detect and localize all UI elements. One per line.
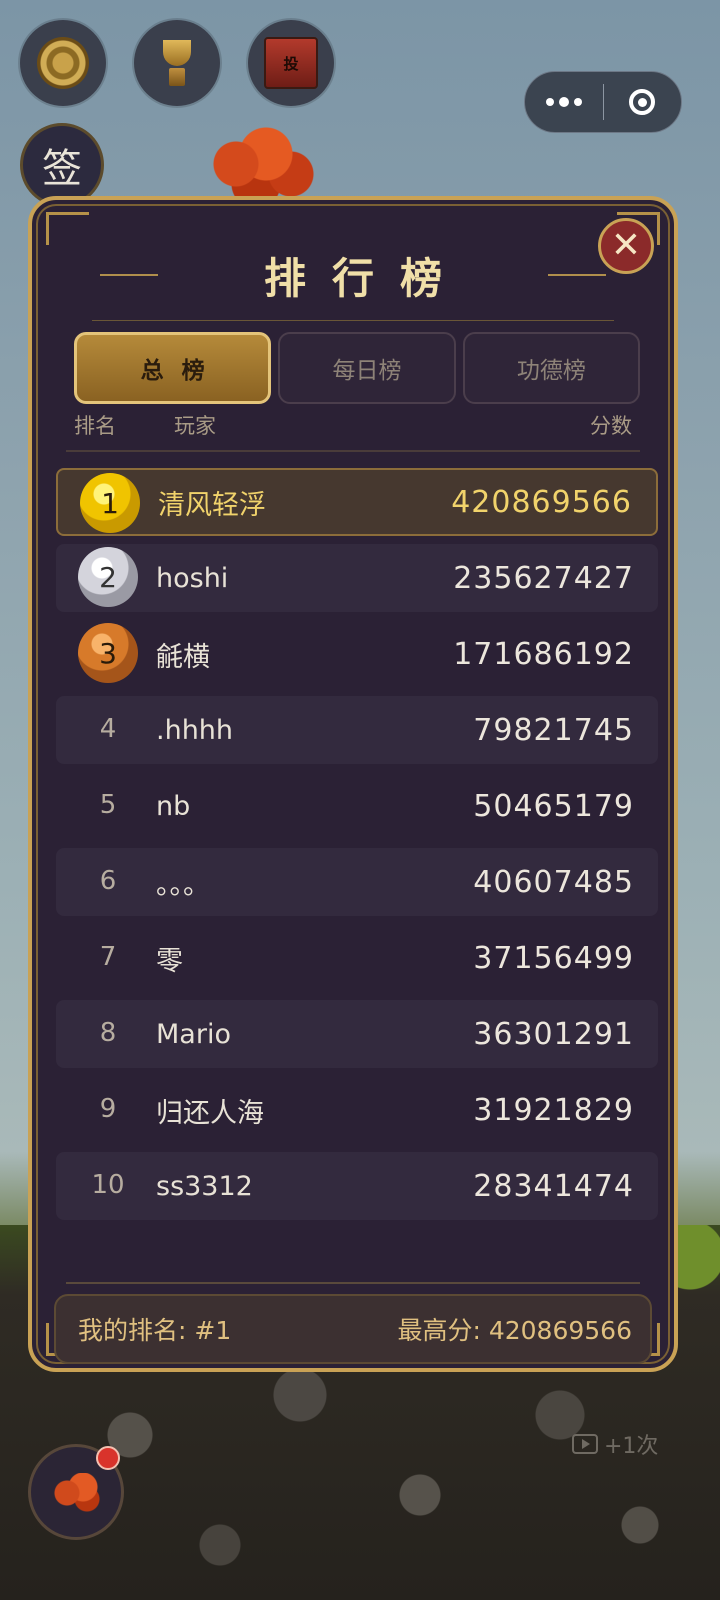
list-item[interactable]: 6 。。。 40607485 [56, 848, 658, 916]
column-rank: 排名 [74, 414, 116, 438]
rank-number: 6 [99, 866, 117, 896]
player-score: 50465179 [473, 788, 634, 824]
list-item[interactable]: 7 零 37156499 [56, 924, 658, 992]
tab-total[interactable]: 总榜 [74, 332, 272, 404]
my-rank: 我的排名: #1 [78, 1316, 232, 1345]
list-item[interactable]: 5 nb 50465179 [56, 772, 658, 840]
leaderboard-list: 1 清风轻浮 420869566 2 hoshi 235627427 3 毹横 … [56, 468, 658, 1228]
tab-bar: 总榜 每日榜 功德榜 [74, 332, 640, 404]
leaderboard-panel: 排行榜 ✕ 总榜 每日榜 功德榜 排名 玩家 分数 1 清风轻浮 4208695… [28, 196, 678, 1372]
list-item[interactable]: 9 归还人海 31921829 [56, 1076, 658, 1144]
rank-number: 7 [99, 942, 117, 972]
player-name: 毹横 [156, 641, 210, 673]
donation-box-button[interactable]: 投 [248, 20, 334, 106]
my-rank-bar: 我的排名: #1 最高分: 420869566 [54, 1294, 652, 1364]
more-dots-icon[interactable] [525, 96, 603, 107]
close-icon: ✕ [610, 225, 642, 266]
trophy-button[interactable] [134, 20, 220, 106]
player-name: 归还人海 [156, 1097, 264, 1129]
title-divider [548, 274, 606, 276]
best-score: 最高分: 420869566 [397, 1316, 632, 1345]
tab-merit[interactable]: 功德榜 [462, 332, 640, 404]
close-button[interactable]: ✕ [598, 218, 654, 274]
watch-ad-button[interactable]: +1次 [572, 1426, 658, 1462]
target-icon[interactable] [604, 89, 682, 115]
list-item[interactable]: 1 清风轻浮 420869566 [56, 468, 658, 536]
list-item[interactable]: 4 .hhhh 79821745 [56, 696, 658, 764]
ad-reward-label: +1次 [604, 1434, 659, 1459]
page-title: 排行榜 [263, 253, 468, 303]
silver-medal-icon: 2 [78, 547, 138, 607]
player-score: 40607485 [473, 864, 634, 900]
medal-icon [37, 37, 89, 89]
sign-in-button[interactable]: 签 [20, 123, 104, 207]
donation-box-icon: 投 [264, 37, 318, 89]
player-score: 79821745 [473, 712, 634, 748]
column-score: 分数 [590, 414, 632, 438]
player-name: nb [156, 790, 191, 822]
divider [66, 1282, 640, 1284]
column-header: 排名 玩家 分数 [74, 410, 632, 444]
mini-program-capsule [524, 71, 682, 133]
player-name: 清风轻浮 [158, 489, 266, 521]
trophy-icon [160, 38, 194, 88]
list-item[interactable]: 10 ss3312 28341474 [56, 1152, 658, 1220]
player-name: ss3312 [156, 1170, 253, 1202]
list-item[interactable]: 3 毹横 171686192 [56, 620, 658, 688]
list-item[interactable]: 2 hoshi 235627427 [56, 544, 658, 612]
cloud-flower-icon [53, 1473, 101, 1513]
player-score: 171686192 [453, 636, 634, 672]
tab-daily[interactable]: 每日榜 [278, 332, 456, 404]
video-play-icon [572, 1434, 598, 1454]
divider [92, 320, 614, 321]
rank-number: 5 [99, 790, 117, 820]
title-bar: 排行榜 [32, 240, 674, 310]
player-score: 31921829 [473, 1092, 634, 1128]
player-score: 36301291 [473, 1016, 634, 1052]
player-score: 28341474 [473, 1168, 634, 1204]
player-score: 37156499 [473, 940, 634, 976]
gold-medal-icon: 1 [80, 473, 140, 533]
column-player: 玩家 [174, 414, 216, 438]
rank-number: 10 [91, 1170, 125, 1200]
auspicious-cloud-decoration [196, 124, 322, 206]
player-name: Mario [156, 1018, 231, 1050]
player-name: hoshi [156, 562, 229, 594]
bronze-medal-icon: 3 [78, 623, 138, 683]
divider [66, 450, 640, 452]
rank-number: 4 [99, 714, 117, 744]
sign-in-label: 签 [42, 146, 82, 192]
player-name: 。。。 [156, 869, 210, 901]
rank-number: 9 [99, 1094, 117, 1124]
list-item[interactable]: 8 Mario 36301291 [56, 1000, 658, 1068]
notification-dot [96, 1446, 120, 1470]
player-name: 零 [156, 945, 183, 977]
achievement-button[interactable] [20, 20, 106, 106]
player-name: .hhhh [156, 714, 234, 746]
player-score: 235627427 [453, 560, 634, 596]
rank-number: 8 [99, 1018, 117, 1048]
player-score: 420869566 [451, 484, 632, 520]
title-divider [100, 274, 158, 276]
